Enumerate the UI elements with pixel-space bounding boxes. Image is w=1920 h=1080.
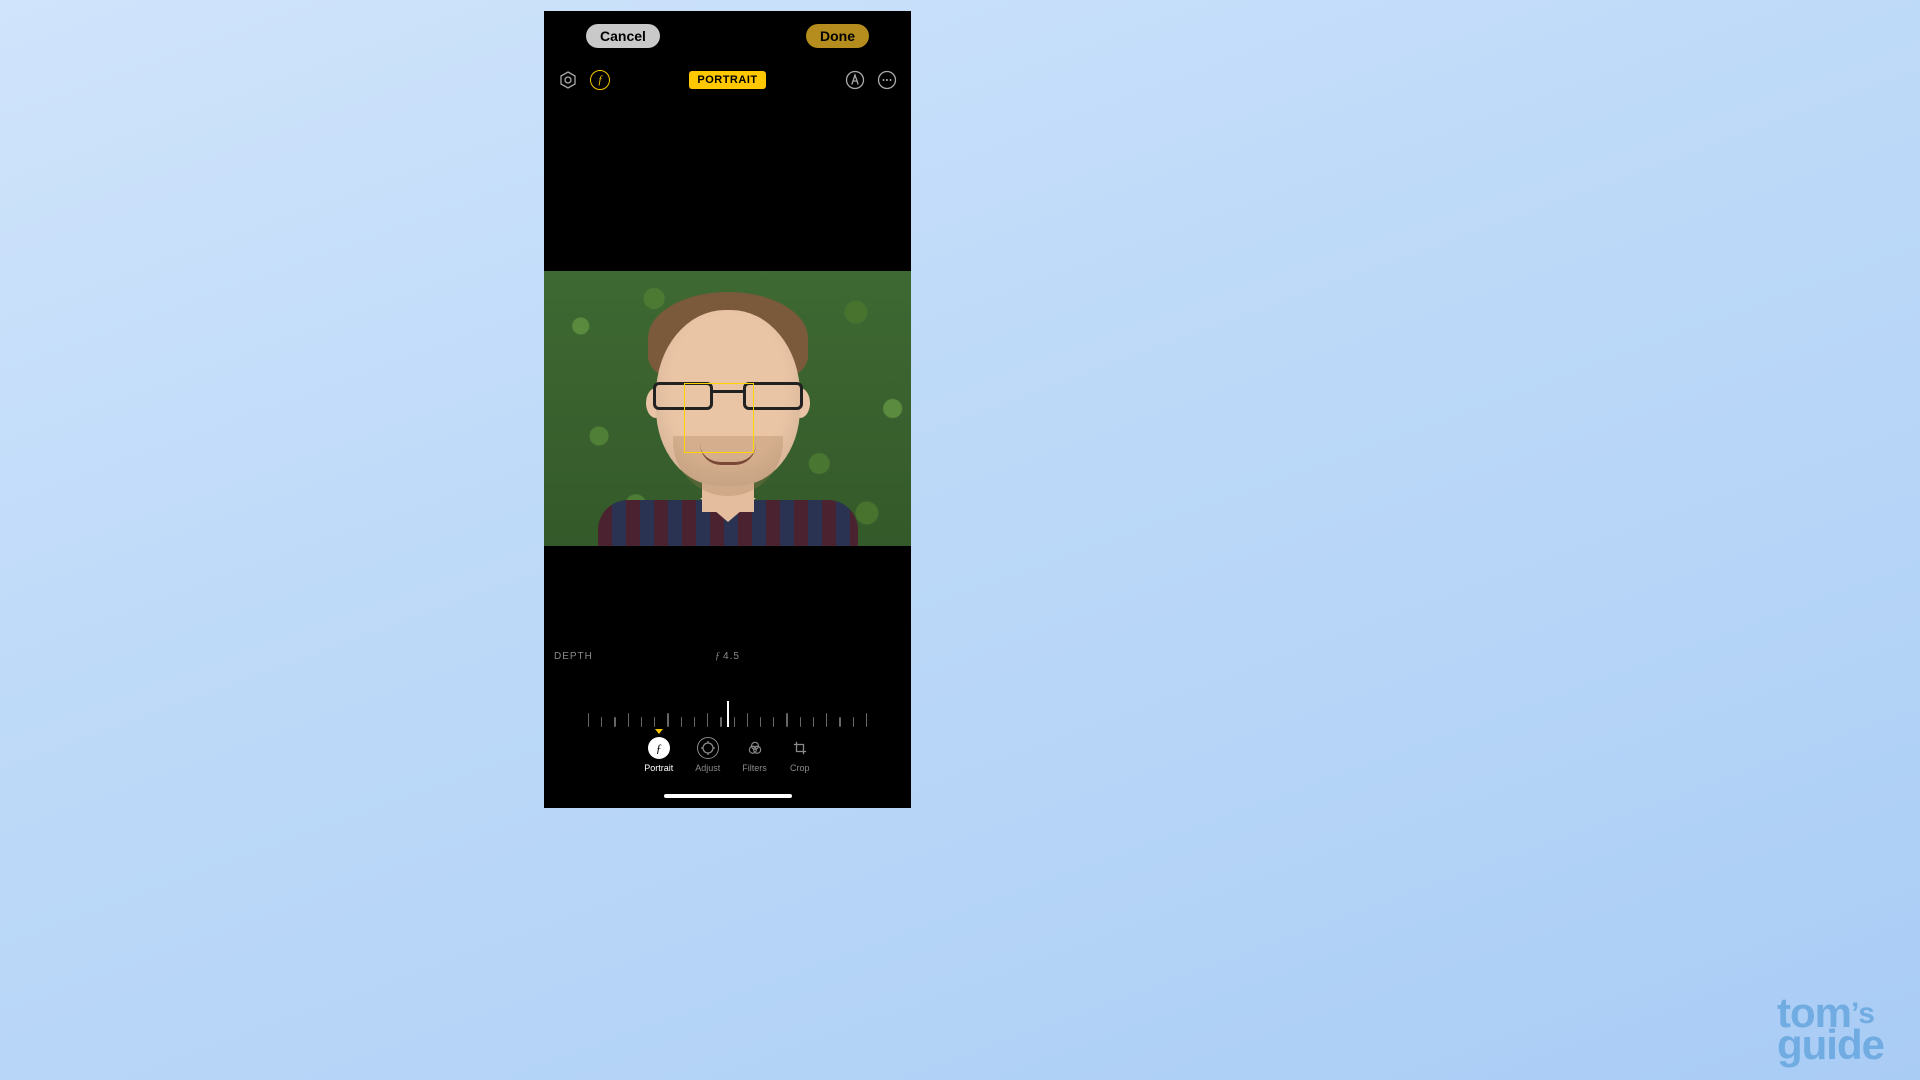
aperture-f-icon[interactable]: f [590, 70, 610, 90]
tab-crop[interactable]: Crop [789, 737, 811, 773]
portrait-tab-icon: ƒ [648, 737, 670, 759]
depth-value: ƒ4.5 [544, 651, 911, 662]
tab-filters[interactable]: Filters [742, 737, 767, 773]
editor-toolbar: f PORTRAIT [544, 66, 911, 94]
tab-portrait[interactable]: ƒ Portrait [644, 737, 673, 773]
filters-tab-icon [744, 737, 766, 759]
focus-indicator[interactable] [684, 383, 754, 453]
tab-adjust[interactable]: Adjust [695, 737, 720, 773]
phone-frame: Cancel Done f PORTRAIT [544, 11, 911, 808]
adjust-tab-icon [697, 737, 719, 759]
more-icon[interactable] [877, 70, 897, 90]
slider-center-indicator [727, 701, 729, 727]
photo-preview[interactable] [544, 271, 911, 546]
top-action-row: Cancel Done [544, 24, 911, 48]
cancel-button[interactable]: Cancel [586, 24, 660, 48]
page-background: Cancel Done f PORTRAIT [0, 0, 1920, 1080]
tab-label: Filters [742, 763, 767, 773]
depth-slider[interactable] [544, 689, 911, 727]
crop-tab-icon [789, 737, 811, 759]
watermark-logo: tom’s guide [1777, 997, 1884, 1063]
active-tab-caret-icon [655, 729, 663, 734]
tab-label: Adjust [695, 763, 720, 773]
home-indicator[interactable] [664, 794, 792, 798]
tab-label: Crop [790, 763, 810, 773]
edit-mode-tabs: ƒ Portrait Adjust Filters [544, 737, 911, 773]
portrait-lighting-icon[interactable] [558, 70, 578, 90]
depth-readout: DEPTH ƒ4.5 [544, 651, 911, 662]
markup-icon[interactable] [845, 70, 865, 90]
tab-label: Portrait [644, 763, 673, 773]
done-button[interactable]: Done [806, 24, 869, 48]
mode-badge[interactable]: PORTRAIT [689, 71, 765, 89]
